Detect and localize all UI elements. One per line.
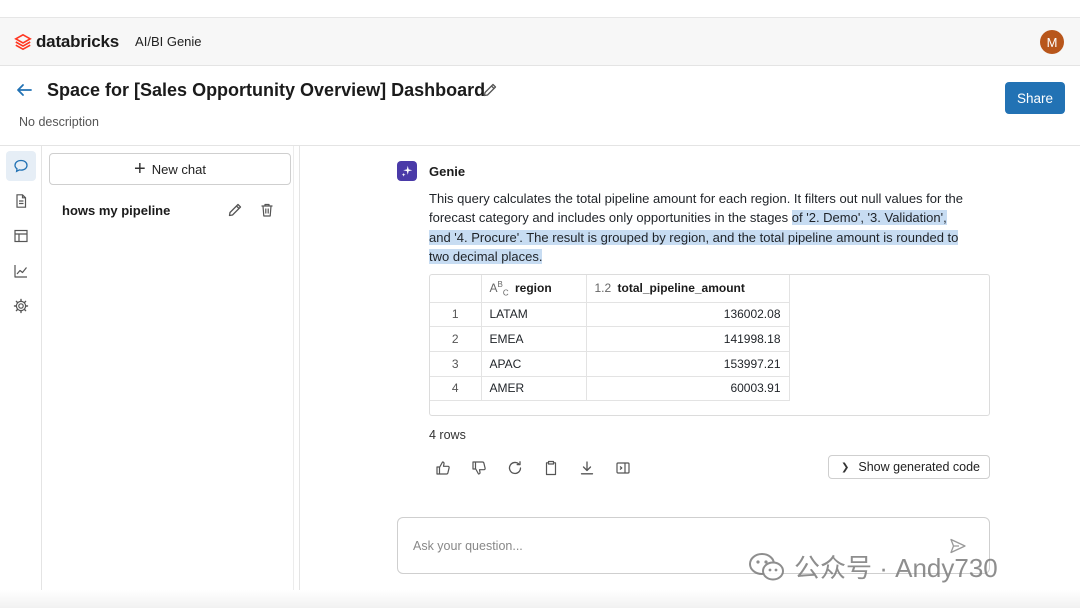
genie-avatar xyxy=(397,161,417,181)
copy-button[interactable] xyxy=(543,458,579,478)
amount-cell: 60003.91 xyxy=(586,376,790,402)
thumbs-up-button[interactable] xyxy=(435,458,471,478)
amount-cell: 141998.18 xyxy=(586,326,790,352)
amount-cell: 136002.08 xyxy=(586,302,790,328)
show-code-label: Show generated code xyxy=(858,460,981,474)
column-header-label: total_pipeline_amount xyxy=(617,281,745,296)
message-author: Genie xyxy=(429,164,466,179)
column-header-index xyxy=(430,275,482,303)
gear-icon xyxy=(13,298,29,314)
region-cell: EMEA xyxy=(481,326,587,352)
show-generated-code-button[interactable]: ❯ Show generated code xyxy=(828,455,990,479)
new-chat-button[interactable]: + New chat xyxy=(49,153,291,185)
chat-item-label: hows my pipeline xyxy=(62,202,171,218)
left-rail xyxy=(0,146,42,608)
thumbs-down-icon xyxy=(472,461,486,475)
row-index: 4 xyxy=(430,376,482,402)
row-index: 1 xyxy=(430,302,482,328)
message-text: This query calculates the total pipeline… xyxy=(429,189,994,267)
table-row: 1 LATAM 136002.08 xyxy=(430,302,790,328)
open-panel-icon xyxy=(616,462,630,474)
top-bar: databricks AI/BI Genie M xyxy=(0,18,1080,66)
region-cell: APAC xyxy=(481,351,587,377)
region-cell: AMER xyxy=(481,376,587,402)
open-panel-button[interactable] xyxy=(615,458,651,478)
conversation-area: Genie This query calculates the total pi… xyxy=(300,146,1080,608)
download-button[interactable] xyxy=(579,458,615,478)
download-icon xyxy=(580,461,594,475)
column-header-region[interactable]: ABC region xyxy=(481,275,587,303)
new-chat-label: New chat xyxy=(151,161,206,177)
chat-list-panel: + New chat hows my pipeline xyxy=(42,146,300,608)
rail-settings-button[interactable] xyxy=(6,291,36,321)
string-type-icon: ABC xyxy=(489,279,509,297)
sparkle-icon xyxy=(401,165,413,177)
refresh-icon xyxy=(508,461,522,475)
column-header-amount[interactable]: 1.2 total_pipeline_amount xyxy=(586,275,790,303)
rail-chat-button[interactable] xyxy=(6,151,36,181)
page-description: No description xyxy=(19,115,99,129)
thumbs-down-button[interactable] xyxy=(471,458,507,478)
databricks-logo[interactable]: databricks xyxy=(14,32,119,52)
row-index: 2 xyxy=(430,326,482,352)
chat-list: + New chat hows my pipeline xyxy=(42,146,294,592)
bottom-edge xyxy=(0,590,1080,608)
pencil-icon[interactable] xyxy=(227,202,243,218)
rail-chart-button[interactable] xyxy=(6,256,36,286)
trash-icon[interactable] xyxy=(259,202,275,218)
table-row: 2 EMEA 141998.18 xyxy=(430,326,790,352)
message-text-highlight: of '2. Demo', '3. Validation', xyxy=(791,210,947,226)
column-header-label: region xyxy=(514,280,552,295)
databricks-logo-icon xyxy=(14,33,32,50)
watermark-text: 公众号 · Andy730 xyxy=(794,553,998,583)
thumbs-up-icon xyxy=(436,461,450,475)
chat-item[interactable]: hows my pipeline xyxy=(49,196,291,224)
wechat-icon xyxy=(749,552,784,580)
brand-name: databricks xyxy=(36,31,120,51)
chat-icon xyxy=(14,159,28,173)
page-header: Space for [Sales Opportunity Overview] D… xyxy=(0,66,1080,146)
result-table: ABC region 1.2 total_pipeline_amount 1 L… xyxy=(429,274,990,416)
message-actions xyxy=(435,458,651,478)
user-avatar[interactable]: M xyxy=(1040,30,1064,54)
message-text-highlight: and '4. Procure'. The result is grouped … xyxy=(429,229,959,245)
amount-cell: 153997.21 xyxy=(586,351,790,377)
chart-icon xyxy=(14,265,27,278)
region-cell: LATAM xyxy=(481,302,587,328)
number-type-tag: 1.2 xyxy=(594,281,612,296)
rail-table-button[interactable] xyxy=(6,221,36,251)
watermark: 公众号 · Andy730 xyxy=(748,548,998,585)
row-count: 4 rows xyxy=(429,428,466,442)
message-text-highlight: two decimal places. xyxy=(429,249,543,265)
row-index: 3 xyxy=(430,351,482,377)
share-button[interactable]: Share xyxy=(1005,82,1065,114)
window-top-strip xyxy=(0,0,1080,18)
pencil-icon[interactable] xyxy=(482,82,498,98)
table-row: 4 AMER 60003.91 xyxy=(430,376,790,402)
page-title: Space for [Sales Opportunity Overview] D… xyxy=(47,80,486,100)
table-header-row: ABC region 1.2 total_pipeline_amount xyxy=(430,275,790,303)
plus-icon: + xyxy=(134,158,146,180)
document-icon xyxy=(16,194,27,208)
chevron-right-icon: ❯ xyxy=(841,461,850,473)
clipboard-icon xyxy=(545,460,557,476)
table-row: 3 APAC 153997.21 xyxy=(430,351,790,377)
rail-document-button[interactable] xyxy=(6,186,36,216)
back-arrow-icon[interactable] xyxy=(14,80,34,100)
table-icon xyxy=(14,229,28,243)
regenerate-button[interactable] xyxy=(507,458,543,478)
product-name: AI/BI Genie xyxy=(135,34,202,49)
